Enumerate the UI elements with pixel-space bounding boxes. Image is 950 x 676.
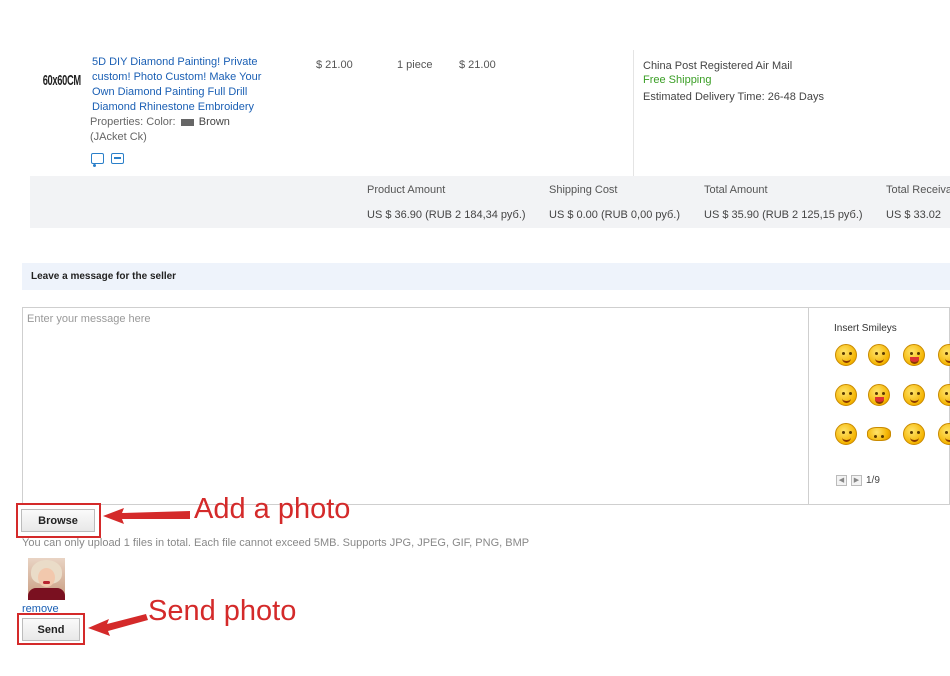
add-photo-arrow [103, 508, 190, 524]
send-photo-arrow [88, 614, 148, 636]
add-photo-annotation: Add a photo [194, 493, 351, 525]
send-photo-annotation: Send photo [148, 595, 297, 627]
annotation-arrows [88, 508, 190, 636]
